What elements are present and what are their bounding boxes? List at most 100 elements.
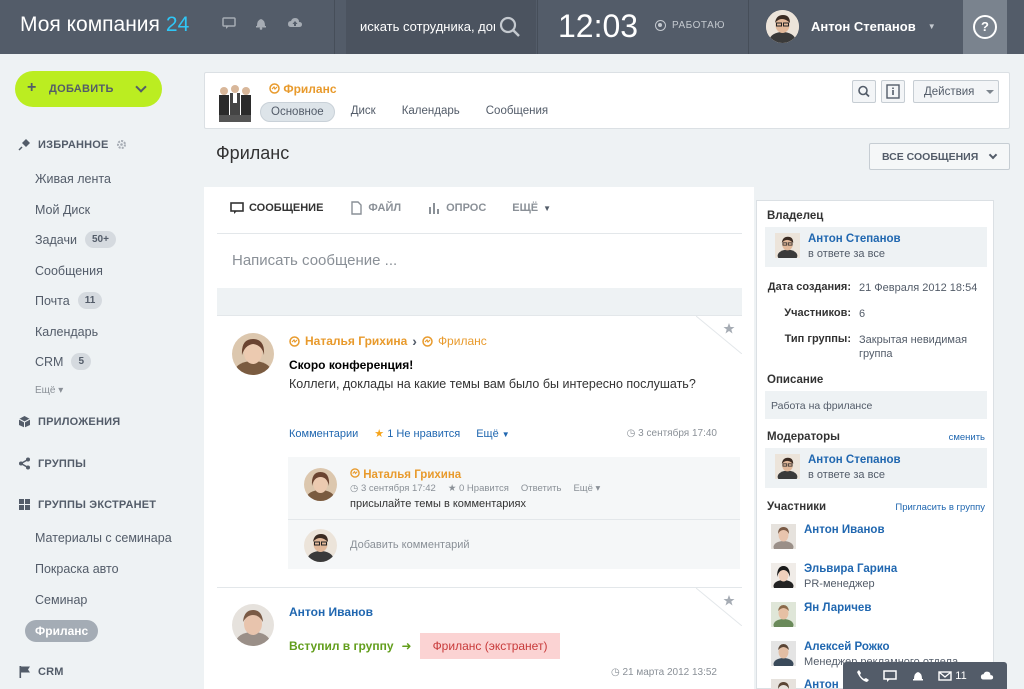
section-favorites[interactable]: ИЗБРАННОЕ xyxy=(18,138,127,151)
help-icon: ? xyxy=(973,15,997,39)
post-date: ◷ 3 сентября 17:40 xyxy=(627,428,717,439)
like-control[interactable]: ★ 1 Не нравится xyxy=(374,427,460,440)
actions-button[interactable]: Действия xyxy=(913,80,999,103)
star-icon[interactable] xyxy=(696,588,742,626)
comment-avatar[interactable] xyxy=(304,468,337,501)
group-type-value: Закрытая невидимая группа xyxy=(859,334,968,360)
counter-badge: 11 xyxy=(77,292,103,309)
tab-disk[interactable]: Диск xyxy=(341,102,386,122)
author-avatar[interactable] xyxy=(232,604,274,646)
group-avatar xyxy=(213,82,255,122)
bell-icon[interactable] xyxy=(253,16,269,32)
sidebar-more-link[interactable]: Ещё ▾ xyxy=(35,385,63,396)
post-author[interactable]: Антон Иванов xyxy=(289,605,373,619)
cloud-upload-icon[interactable] xyxy=(980,669,994,683)
post-group-link[interactable]: Фриланс xyxy=(438,334,487,348)
message-composer[interactable]: Написать сообщение ... xyxy=(217,233,742,288)
tab-messages[interactable]: Сообщения xyxy=(476,102,558,122)
section-crm[interactable]: CRM xyxy=(18,665,64,678)
sidebar-item-disk[interactable]: Мой Диск xyxy=(35,203,90,217)
add-button[interactable]: + ДОБАВИТЬ xyxy=(15,71,162,107)
comment-like[interactable]: ★ 0 Нравится xyxy=(448,483,509,494)
bell-icon[interactable] xyxy=(911,669,925,683)
search-icon[interactable] xyxy=(498,15,522,39)
moderator-role: в ответе за все xyxy=(808,469,885,481)
search-input[interactable]: искать сотрудника, док xyxy=(360,19,495,34)
section-extranet[interactable]: ГРУППЫ ЭКСТРАНЕТ xyxy=(18,498,156,511)
more-label: Ещё xyxy=(35,385,56,396)
tab-calendar[interactable]: Календарь xyxy=(392,102,470,122)
sidebar-item-car-paint[interactable]: Покраска авто xyxy=(35,562,119,576)
sidebar-item-seminar[interactable]: Семинар xyxy=(35,593,87,607)
sidebar-item-freelance[interactable]: Фриланс xyxy=(25,620,99,642)
member-item[interactable]: Антон Иванов xyxy=(771,524,885,549)
section-apps-label: ПРИЛОЖЕНИЯ xyxy=(38,415,121,428)
company-logo[interactable]: Моя компания 24 xyxy=(20,13,189,37)
work-status[interactable]: РАБОТАЮ xyxy=(655,20,725,31)
more-label: Ещё xyxy=(573,483,593,494)
sidebar-item-calendar[interactable]: Календарь xyxy=(35,325,98,339)
invite-link[interactable]: Пригласить в группу xyxy=(895,502,985,513)
owner-person[interactable]: Антон Степанов в ответе за все xyxy=(775,233,901,260)
help-button[interactable]: ? xyxy=(963,0,1007,54)
author-avatar[interactable] xyxy=(232,333,274,375)
moderator-person[interactable]: Антон Степанов в ответе за все xyxy=(775,454,901,481)
feed-post: Наталья Грихина › Фриланс Скоро конферен… xyxy=(217,315,742,587)
comment-author-name: Наталья Грихина xyxy=(363,469,462,481)
phone-icon[interactable] xyxy=(856,669,870,683)
post-more-link[interactable]: Ещё ▼ xyxy=(476,428,510,440)
group-name[interactable]: Фриланс xyxy=(269,82,337,96)
gear-icon[interactable] xyxy=(116,139,127,150)
messages-filter[interactable]: ВСЕ СООБЩЕНИЯ xyxy=(869,143,1010,170)
sidebar-item-label: Мой Диск xyxy=(35,203,91,217)
sidebar-item-mail[interactable]: Почта 11 xyxy=(35,292,103,309)
sidebar-item-crm[interactable]: CRM 5 xyxy=(35,353,92,370)
members-count-label: Участников: xyxy=(784,307,851,319)
caret-down-icon: ▼ xyxy=(543,203,552,213)
feed-post: Антон Иванов Вступил в группу ➜ Фриланс … xyxy=(217,587,742,689)
member-item[interactable]: Эльвира Гарина PR-менеджер xyxy=(771,563,897,590)
mail-count: 11 xyxy=(955,669,967,682)
reply-link[interactable]: Ответить xyxy=(521,483,562,494)
chat-icon[interactable] xyxy=(883,669,898,683)
change-moderators-link[interactable]: сменить xyxy=(949,432,985,443)
group-search-button[interactable] xyxy=(852,80,876,103)
tab-file[interactable]: ФАЙЛ xyxy=(349,201,401,215)
add-comment-input[interactable]: Добавить комментарий xyxy=(350,539,469,551)
tab-more[interactable]: ЕЩЁ ▼ xyxy=(512,201,551,215)
like-count: 1 xyxy=(387,428,394,440)
header-search[interactable]: искать сотрудника, док xyxy=(346,0,536,54)
post-date-text: 3 сентября 17:40 xyxy=(638,428,717,439)
feed-divider xyxy=(217,288,742,315)
cube-icon xyxy=(18,416,31,428)
tab-message[interactable]: СООБЩЕНИЕ xyxy=(230,201,323,215)
messages-filter-label: ВСЕ СООБЩЕНИЯ xyxy=(882,151,979,163)
tab-poll[interactable]: ОПРОС xyxy=(427,201,486,215)
chat-icon[interactable] xyxy=(221,16,237,32)
post-author[interactable]: Наталья Грихина › Фриланс xyxy=(289,333,487,349)
user-menu[interactable]: Антон Степанов ▼ xyxy=(766,10,936,43)
header-divider xyxy=(537,0,538,54)
sidebar-item-label: Календарь xyxy=(35,325,99,339)
member-item[interactable]: Ян Ларичев xyxy=(771,602,871,627)
sidebar-item-tasks[interactable]: Задачи 50+ xyxy=(35,231,116,248)
comments-link[interactable]: Комментарии xyxy=(289,428,358,440)
tab-main[interactable]: Основное xyxy=(260,102,335,122)
star-icon[interactable] xyxy=(696,316,742,354)
section-apps[interactable]: ПРИЛОЖЕНИЯ xyxy=(18,415,120,428)
comment-more-link[interactable]: Ещё ▾ xyxy=(573,483,600,494)
sidebar-item-messages[interactable]: Сообщения xyxy=(35,264,103,278)
sidebar-item-label: Сообщения xyxy=(35,264,103,278)
sidebar-item-feed[interactable]: Живая лента xyxy=(35,172,111,186)
member-item[interactable]: Антон xyxy=(771,679,839,689)
comment-author[interactable]: Наталья Грихина xyxy=(350,468,461,481)
mail-counter[interactable]: 11 xyxy=(938,669,967,683)
moderator-avatar xyxy=(775,454,800,479)
group-tag[interactable]: Фриланс (экстранет) xyxy=(419,633,561,659)
cloud-upload-icon[interactable] xyxy=(287,16,303,32)
extranet-icon xyxy=(350,468,360,478)
sidebar-item-seminar-materials[interactable]: Материалы с семинара xyxy=(35,531,172,545)
group-info-button[interactable] xyxy=(881,80,905,103)
section-groups[interactable]: ГРУППЫ xyxy=(18,457,86,470)
join-label: Вступил в группу xyxy=(289,639,394,653)
